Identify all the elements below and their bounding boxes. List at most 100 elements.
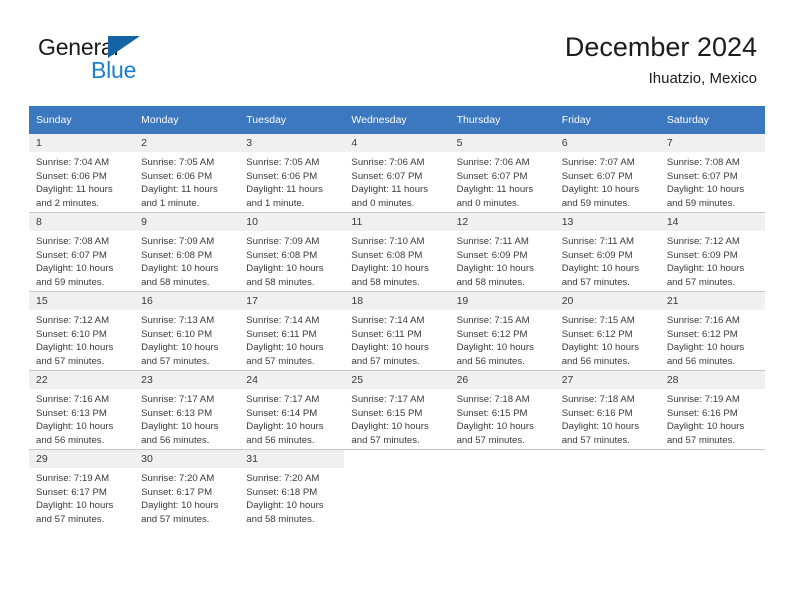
sunset-time: Sunset: 6:13 PM [36,407,107,419]
calendar-day-cell[interactable]: 15 Sunrise: 7:12 AM Sunset: 6:10 PM Dayligh… [29,291,135,371]
daylight-duration-line2: and 57 minutes. [351,434,420,446]
sunset-time: Sunset: 6:10 PM [141,328,213,340]
day-sun-info: Sunrise: 7:11 AM Sunset: 6:09 PM Daylight:… [555,231,660,289]
sunrise-time: Sunrise: 7:08 AM [666,157,740,168]
sunset-time: Sunset: 6:06 PM [246,170,318,182]
calendar-day-cell[interactable]: 26 Sunrise: 7:18 AM Sunset: 6:15 PM Dayligh… [449,370,555,450]
sunrise-time: Sunrise: 7:17 AM [351,394,425,405]
calendar-cell-empty [554,449,660,528]
day-sun-info: Sunrise: 7:06 AM Sunset: 6:07 PM Daylight:… [344,152,449,210]
daylight-duration-line2: and 59 minutes. [36,276,105,288]
sunrise-time: Sunrise: 7:17 AM [246,394,320,405]
calendar-day-cell[interactable]: 9 Sunrise: 7:09 AM Sunset: 6:08 PM Daylight… [134,212,240,292]
calendar-day-cell[interactable]: 4 Sunrise: 7:06 AM Sunset: 6:07 PM Daylight… [344,134,450,213]
day-sun-info: Sunrise: 7:09 AM Sunset: 6:08 PM Daylight:… [134,231,239,289]
calendar-day-cell[interactable]: 13 Sunrise: 7:11 AM Sunset: 6:09 PM Dayligh… [554,212,660,292]
day-number: 28 [659,371,765,389]
sunset-time: Sunset: 6:17 PM [141,486,213,498]
sunrise-time: Sunrise: 7:13 AM [141,315,215,326]
day-sun-info: Sunrise: 7:10 AM Sunset: 6:08 PM Daylight:… [344,231,449,289]
calendar-day-cell[interactable]: 28 Sunrise: 7:19 AM Sunset: 6:16 PM Dayligh… [659,370,765,450]
day-number: 1 [29,134,135,152]
daylight-duration-line2: and 0 minutes. [351,197,415,209]
day-sun-info: Sunrise: 7:16 AM Sunset: 6:12 PM Daylight:… [660,310,765,368]
calendar-day-cell[interactable]: 5 Sunrise: 7:06 AM Sunset: 6:07 PM Daylight… [449,134,555,213]
day-number: 24 [239,371,345,389]
sunrise-time: Sunrise: 7:08 AM [36,236,110,247]
day-sun-info: Sunrise: 7:15 AM Sunset: 6:12 PM Daylight:… [555,310,660,368]
calendar-day-cell[interactable]: 12 Sunrise: 7:11 AM Sunset: 6:09 PM Dayligh… [449,212,555,292]
calendar-day-cell[interactable]: 10 Sunrise: 7:09 AM Sunset: 6:08 PM Dayligh… [239,212,345,292]
calendar-day-cell[interactable]: 20 Sunrise: 7:15 AM Sunset: 6:12 PM Dayligh… [554,291,660,371]
daylight-duration-line1: Daylight: 10 hours [456,263,534,275]
sunrise-time: Sunrise: 7:09 AM [141,236,215,247]
calendar-day-cell[interactable]: 24 Sunrise: 7:17 AM Sunset: 6:14 PM Dayligh… [239,370,345,450]
daylight-duration-line2: and 56 minutes. [666,355,736,367]
sunrise-time: Sunrise: 7:14 AM [351,315,425,326]
calendar-day-cell[interactable]: 25 Sunrise: 7:17 AM Sunset: 6:15 PM Dayligh… [344,370,450,450]
sunset-time: Sunset: 6:16 PM [666,407,738,419]
day-number: 16 [134,292,240,310]
sunset-time: Sunset: 6:07 PM [351,170,423,182]
calendar-day-cell[interactable]: 7 Sunrise: 7:08 AM Sunset: 6:07 PM Daylight… [659,134,765,213]
sunrise-time: Sunrise: 7:17 AM [141,394,215,405]
daylight-duration-line2: and 56 minutes. [456,355,525,367]
day-sun-info: Sunrise: 7:05 AM Sunset: 6:06 PM Daylight:… [134,152,239,210]
calendar-day-cell[interactable]: 2 Sunrise: 7:05 AM Sunset: 6:06 PM Daylight… [134,134,240,213]
day-number: 25 [344,371,450,389]
daylight-duration-line1: Daylight: 10 hours [36,500,114,512]
daylight-duration-line2: and 2 minutes. [36,197,99,209]
sunrise-time: Sunrise: 7:06 AM [351,157,425,168]
calendar-day-cell[interactable]: 19 Sunrise: 7:15 AM Sunset: 6:12 PM Dayligh… [449,291,555,371]
day-number: 10 [239,213,345,231]
calendar-day-cell[interactable]: 21 Sunrise: 7:16 AM Sunset: 6:12 PM Dayligh… [659,291,765,371]
calendar-day-cell[interactable]: 1 Sunrise: 7:04 AM Sunset: 6:06 PM Daylight… [29,134,135,213]
daylight-duration-line1: Daylight: 10 hours [561,421,640,433]
calendar-day-cell[interactable]: 11 Sunrise: 7:10 AM Sunset: 6:08 PM Dayligh… [344,212,450,292]
sunrise-time: Sunrise: 7:20 AM [141,473,215,484]
calendar-day-cell[interactable]: 16 Sunrise: 7:13 AM Sunset: 6:10 PM Dayligh… [134,291,240,371]
daylight-duration-line2: and 58 minutes. [246,276,315,288]
page-subtitle-location: Ihuatzio, Mexico [648,70,757,87]
day-number: 19 [449,292,555,310]
daylight-duration-line2: and 1 minute. [141,197,200,209]
daylight-duration-line1: Daylight: 10 hours [246,342,324,354]
calendar-day-cell[interactable]: 8 Sunrise: 7:08 AM Sunset: 6:07 PM Daylight… [29,212,135,292]
calendar-day-cell[interactable]: 17 Sunrise: 7:14 AM Sunset: 6:11 PM Dayligh… [239,291,345,371]
daylight-duration-line1: Daylight: 11 hours [351,184,429,196]
sunrise-time: Sunrise: 7:07 AM [561,157,635,168]
daylight-duration-line1: Daylight: 10 hours [141,500,219,512]
calendar-day-cell[interactable]: 31 Sunrise: 7:20 AM Sunset: 6:18 PM Dayligh… [239,449,345,528]
weekday-header-saturday: Saturday [659,106,765,134]
daylight-duration-line2: and 57 minutes. [561,434,630,446]
day-sun-info: Sunrise: 7:19 AM Sunset: 6:16 PM Daylight:… [660,389,765,447]
sunrise-time: Sunrise: 7:18 AM [456,394,530,405]
day-number: 6 [554,134,660,152]
day-number: 4 [344,134,450,152]
day-sun-info: Sunrise: 7:08 AM Sunset: 6:07 PM Daylight:… [29,231,134,289]
calendar-day-cell[interactable]: 30 Sunrise: 7:20 AM Sunset: 6:17 PM Dayligh… [134,449,240,528]
calendar-day-cell[interactable]: 14 Sunrise: 7:12 AM Sunset: 6:09 PM Dayligh… [659,212,765,292]
daylight-duration-line1: Daylight: 10 hours [246,421,324,433]
day-sun-info: Sunrise: 7:04 AM Sunset: 6:06 PM Daylight:… [29,152,134,210]
day-sun-info: Sunrise: 7:18 AM Sunset: 6:16 PM Daylight:… [555,389,660,447]
daylight-duration-line2: and 57 minutes. [36,513,105,525]
calendar-day-cell[interactable]: 29 Sunrise: 7:19 AM Sunset: 6:17 PM Dayligh… [29,449,135,528]
day-number [449,450,555,468]
calendar-day-cell[interactable]: 18 Sunrise: 7:14 AM Sunset: 6:11 PM Dayligh… [344,291,450,371]
daylight-duration-line2: and 58 minutes. [456,276,525,288]
daylight-duration-line1: Daylight: 11 hours [141,184,218,196]
calendar-day-cell[interactable]: 22 Sunrise: 7:16 AM Sunset: 6:13 PM Dayligh… [29,370,135,450]
daylight-duration-line2: and 56 minutes. [36,434,105,446]
day-number [659,450,765,468]
calendar-day-cell[interactable]: 27 Sunrise: 7:18 AM Sunset: 6:16 PM Dayligh… [554,370,660,450]
sunset-time: Sunset: 6:07 PM [561,170,633,182]
daylight-duration-line1: Daylight: 10 hours [456,342,534,354]
page-header: General Blue December 2024 Ihuatzio, Mex… [0,0,792,100]
calendar-day-cell[interactable]: 3 Sunrise: 7:05 AM Sunset: 6:06 PM Daylight… [239,134,345,213]
sunrise-time: Sunrise: 7:15 AM [456,315,530,326]
calendar-day-cell[interactable]: 23 Sunrise: 7:17 AM Sunset: 6:13 PM Dayligh… [134,370,240,450]
calendar-body: 1 Sunrise: 7:04 AM Sunset: 6:06 PM Daylight… [29,134,765,528]
daylight-duration-line1: Daylight: 10 hours [561,263,640,275]
calendar-day-cell[interactable]: 6 Sunrise: 7:07 AM Sunset: 6:07 PM Daylight… [554,134,660,213]
